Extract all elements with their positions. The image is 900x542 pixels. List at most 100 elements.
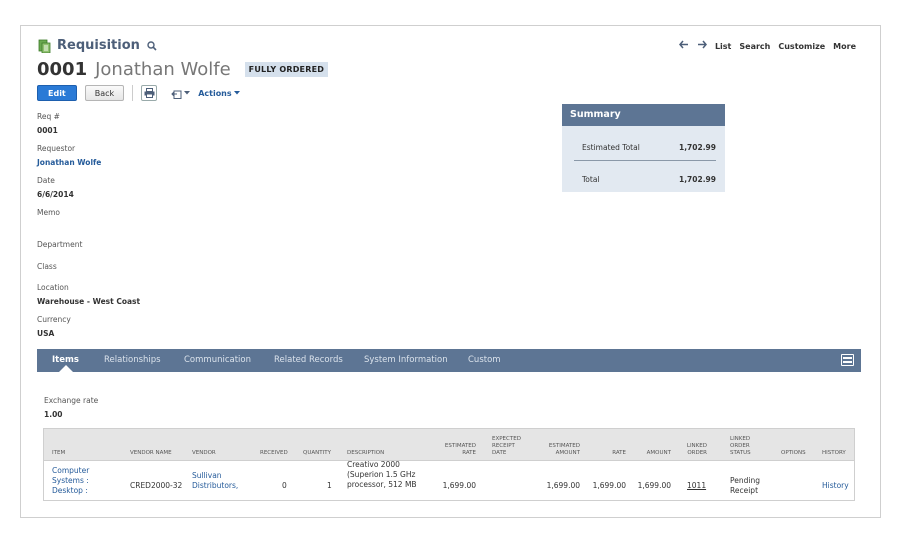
- date-value: 6/6/2014: [37, 190, 74, 199]
- total-value: 1,702.99: [678, 175, 716, 184]
- col-estimated-rate: ESTIMATED RATE: [442, 443, 476, 457]
- tab-custom[interactable]: Custom: [468, 349, 501, 372]
- exchange-rate-value: 1.00: [44, 410, 63, 419]
- back-button[interactable]: Back: [84, 85, 125, 101]
- summary-divider: [574, 160, 716, 161]
- col-vendor-name: VENDOR NAME: [130, 450, 172, 456]
- field-class: Class: [37, 262, 57, 271]
- tab-relationships[interactable]: Relationships: [104, 349, 161, 372]
- actions-menu[interactable]: Actions: [198, 88, 240, 98]
- linked-order-link[interactable]: 1011: [687, 481, 706, 491]
- field-req: Req # 0001: [37, 112, 60, 135]
- nav-customize-link[interactable]: Customize: [778, 42, 825, 51]
- vendor-line1: Sullivan: [192, 471, 222, 480]
- col-rate: RATE: [612, 450, 626, 456]
- active-tab-caret: [59, 365, 73, 372]
- summary-estimated-row: Estimated Total 1,702.99: [582, 143, 716, 152]
- col-expected-receipt-date: EXPECTED RECEIPT DATE: [492, 436, 521, 457]
- department-label: Department: [37, 240, 83, 249]
- history-link[interactable]: History: [822, 481, 849, 491]
- col-los-line3: STATUS: [730, 450, 751, 456]
- summary-box: Summary Estimated Total 1,702.99 Total 1…: [562, 104, 725, 192]
- field-exchange-rate: Exchange rate 1.00: [44, 396, 98, 419]
- chevron-down-icon: [233, 91, 240, 95]
- summary-total-row: Total 1,702.99: [582, 175, 716, 184]
- col-estimated-amount: ESTIMATED AMOUNT: [544, 443, 580, 457]
- arrow-right-icon[interactable]: [697, 40, 707, 52]
- nav-list-link[interactable]: List: [715, 42, 731, 51]
- toolbar: Edit Back Actions: [37, 85, 240, 101]
- col-linked-order: LINKED ORDER: [680, 443, 707, 457]
- description-line1: Creativo 2000: [347, 460, 400, 469]
- nav-more-link[interactable]: More: [833, 42, 856, 51]
- field-requestor: Requestor Jonathan Wolfe: [37, 144, 101, 167]
- record-frame: Requisition List Search Customize More 0…: [20, 25, 881, 518]
- status-line2: Receipt: [730, 486, 759, 495]
- items-table: ITEM VENDOR NAME VENDOR RECEIVED QUANTIT…: [43, 428, 855, 501]
- col-quantity: QUANTITY: [303, 450, 331, 456]
- col-los-line2: ORDER: [730, 443, 750, 449]
- tab-system-information[interactable]: System Information: [364, 349, 448, 372]
- arrow-left-icon[interactable]: [678, 40, 689, 52]
- quantity-cell: 1: [327, 481, 332, 490]
- date-label: Date: [37, 176, 55, 185]
- linked-order-status-cell: Pending Receipt: [730, 476, 760, 496]
- field-date: Date 6/6/2014: [37, 176, 74, 199]
- status-line1: Pending: [730, 476, 760, 485]
- col-los-line1: LINKED: [730, 436, 751, 442]
- vendor-link[interactable]: Sullivan Distributors,: [192, 471, 238, 491]
- description-cell: Creativo 2000 (Superion 1.5 GHz processo…: [347, 460, 417, 490]
- location-value: Warehouse - West Coast: [37, 297, 141, 306]
- tab-tools-icon[interactable]: [841, 354, 854, 366]
- col-estimated-rate-line1: ESTIMATED: [444, 443, 476, 449]
- col-linked-order-status: LINKED ORDER STATUS: [730, 436, 751, 457]
- col-linked-order-line2: ORDER: [687, 450, 707, 456]
- col-options: OPTIONS: [781, 450, 806, 456]
- col-history: HISTORY: [822, 450, 846, 456]
- req-value: 0001: [37, 126, 58, 135]
- summary-title: Summary: [562, 104, 725, 126]
- col-estimated-amount-line1: ESTIMATED: [548, 443, 580, 449]
- col-expected-line2: RECEIPT: [492, 443, 515, 449]
- status-badge: FULLY ORDERED: [244, 62, 329, 77]
- items-table-header: ITEM VENDOR NAME VENDOR RECEIVED QUANTIT…: [44, 429, 854, 461]
- subtab-bar: Items Relationships Communication Relate…: [37, 349, 861, 372]
- tab-communication[interactable]: Communication: [184, 349, 251, 372]
- requestor-link[interactable]: Jonathan Wolfe: [37, 158, 101, 167]
- field-department: Department: [37, 240, 82, 249]
- field-currency: Currency USA: [37, 315, 71, 338]
- memo-label: Memo: [37, 208, 60, 217]
- record-type-title: Requisition: [57, 38, 140, 53]
- estimated-amount-cell: 1,699.00: [546, 481, 580, 490]
- estimated-rate-cell: 1,699.00: [442, 481, 476, 490]
- estimated-total-value: 1,702.99: [678, 143, 716, 152]
- received-cell: 0: [282, 481, 287, 490]
- col-expected-line3: DATE: [492, 450, 507, 456]
- exchange-rate-label: Exchange rate: [44, 396, 99, 405]
- field-location: Location Warehouse - West Coast: [37, 283, 140, 306]
- col-linked-order-line1: LINKED: [686, 443, 707, 449]
- col-expected-line1: EXPECTED: [492, 436, 521, 442]
- record-header: Requisition: [37, 38, 158, 53]
- record-nav: List Search Customize More: [678, 40, 856, 52]
- tab-related-records[interactable]: Related Records: [274, 349, 343, 372]
- print-icon[interactable]: [141, 85, 158, 101]
- col-amount: AMOUNT: [646, 450, 671, 456]
- search-icon[interactable]: [146, 40, 158, 52]
- vendor-name-cell: CRED2000-32: [130, 481, 183, 490]
- description-line3: processor, 512 MB: [347, 480, 417, 489]
- col-description: DESCRIPTION: [347, 450, 385, 456]
- item-link[interactable]: Computer Systems : Desktop :: [52, 466, 89, 496]
- record-name: Jonathan Wolfe: [95, 59, 231, 80]
- col-estimated-amount-line2: AMOUNT: [555, 450, 580, 456]
- actions-label: Actions: [198, 88, 232, 98]
- export-icon[interactable]: [171, 88, 191, 99]
- nav-search-link[interactable]: Search: [739, 42, 770, 51]
- description-line2: (Superion 1.5 GHz: [347, 470, 416, 479]
- col-vendor: VENDOR: [192, 450, 216, 456]
- edit-button[interactable]: Edit: [37, 85, 77, 101]
- currency-value: USA: [37, 329, 55, 338]
- currency-label: Currency: [37, 315, 71, 324]
- class-label: Class: [37, 262, 57, 271]
- vendor-line2: Distributors,: [192, 481, 239, 490]
